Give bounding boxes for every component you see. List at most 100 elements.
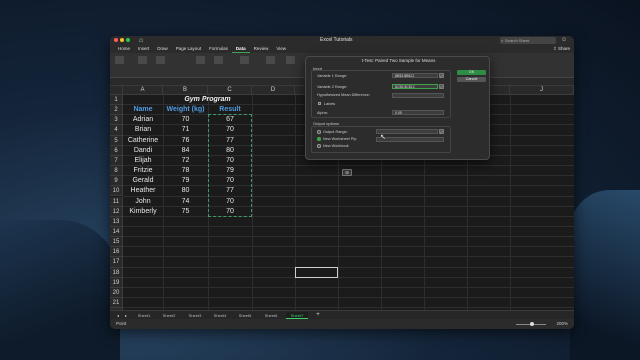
text-to-columns-icon[interactable]	[266, 56, 275, 64]
new-worksheet-input[interactable]	[376, 137, 444, 142]
labels-checkbox[interactable]	[318, 102, 321, 105]
row-header[interactable]: 1	[110, 95, 123, 106]
new-worksheet-radio[interactable]	[317, 137, 321, 141]
row-header[interactable]: 18	[110, 267, 123, 278]
row-header[interactable]: 14	[110, 226, 123, 238]
filter-icon[interactable]	[214, 56, 223, 64]
minimize-window-button[interactable]	[120, 38, 124, 42]
row-header[interactable]: 10	[110, 186, 123, 197]
sheet-tab-2[interactable]: Sheet2	[159, 312, 179, 319]
row-header[interactable]: 11	[110, 196, 123, 207]
row-header[interactable]: 2	[110, 105, 123, 116]
mean-diff-input[interactable]	[392, 93, 444, 98]
name-cell[interactable]: Adrian	[123, 115, 163, 125]
var2-range-input[interactable]: $C$3:$C$12	[392, 84, 438, 89]
sheet-tab-5[interactable]: Sheet5	[235, 312, 255, 319]
tab-data[interactable]: Data	[231, 45, 250, 53]
prev-sheet-arrow-icon[interactable]: ◂	[114, 312, 122, 319]
row-header[interactable]: 19	[110, 277, 123, 288]
row-header[interactable]: 12	[110, 206, 123, 217]
weight-cell[interactable]: 75	[163, 207, 208, 217]
row-header[interactable]: 20	[110, 287, 123, 298]
row-header[interactable]: 4	[110, 125, 123, 136]
zoom-window-button[interactable]	[126, 38, 130, 42]
name-cell[interactable]: Heather	[123, 186, 163, 196]
sort-icon[interactable]	[196, 56, 205, 64]
name-cell[interactable]: Catherine	[123, 136, 163, 146]
tab-review[interactable]: Review	[250, 45, 273, 53]
weight-cell[interactable]: 76	[163, 136, 208, 146]
weight-cell[interactable]: 79	[163, 176, 208, 186]
sheet-tab-7[interactable]: Sheet7	[286, 312, 308, 319]
name-cell[interactable]: Kimberly	[123, 207, 163, 217]
table-title[interactable]: Gym Program	[163, 95, 252, 105]
name-cell[interactable]: Fritzie	[123, 166, 163, 176]
output-range-radio[interactable]	[317, 130, 321, 134]
header-weight[interactable]: Weight (kg)	[163, 105, 208, 115]
row-header[interactable]: 21	[110, 298, 123, 309]
row-header[interactable]: 17	[110, 257, 123, 268]
next-sheet-arrow-icon[interactable]: ▸	[122, 312, 130, 319]
refresh-icon[interactable]	[138, 56, 147, 64]
row-header[interactable]: 15	[110, 237, 123, 248]
row-header[interactable]: 7	[110, 155, 123, 167]
add-sheet-button[interactable]: +	[314, 312, 322, 319]
home-icon[interactable]: ⌂	[139, 36, 143, 45]
close-window-button[interactable]	[114, 38, 118, 42]
row-header[interactable]: 16	[110, 247, 123, 258]
column-header-b[interactable]: B	[163, 86, 208, 95]
name-cell[interactable]: Dandi	[123, 146, 163, 156]
tab-insert[interactable]: Insert	[134, 45, 153, 53]
cancel-button[interactable]: Cancel	[457, 77, 486, 82]
name-cell[interactable]: John	[123, 197, 163, 207]
column-header-j[interactable]: J	[510, 86, 574, 95]
row-header[interactable]: 8	[110, 166, 123, 177]
sheet-tab-6[interactable]: Sheet6	[261, 312, 281, 319]
weight-cell[interactable]: 71	[163, 125, 208, 135]
weight-cell[interactable]: 74	[163, 197, 208, 207]
share-button[interactable]: ⇪ Share	[553, 45, 570, 53]
name-cell[interactable]: Brian	[123, 125, 163, 135]
advanced-filter-icon[interactable]	[240, 56, 249, 64]
var2-collapse-icon[interactable]: ⤢	[439, 84, 444, 89]
weight-cell[interactable]: 70	[163, 115, 208, 125]
sheet-tab-3[interactable]: Sheet3	[185, 312, 205, 319]
tab-view[interactable]: View	[272, 45, 290, 53]
weight-cell[interactable]: 78	[163, 166, 208, 176]
row-header[interactable]: 3	[110, 115, 123, 126]
weight-cell[interactable]: 80	[163, 186, 208, 196]
get-data-icon[interactable]	[115, 56, 124, 64]
name-cell[interactable]: Gerald	[123, 176, 163, 186]
weight-cell[interactable]: 72	[163, 156, 208, 166]
var1-range-input[interactable]: $B$3:$B$12	[392, 73, 438, 78]
flash-fill-icon[interactable]	[286, 56, 295, 64]
select-all-corner[interactable]	[110, 86, 123, 95]
tab-home[interactable]: Home	[114, 45, 134, 53]
header-name[interactable]: Name	[123, 105, 163, 115]
row-header[interactable]: 5	[110, 135, 123, 146]
output-range-collapse-icon[interactable]: ⤢	[439, 129, 444, 134]
sheet-tab-4[interactable]: Sheet4	[210, 312, 230, 319]
alpha-input[interactable]: 0.05	[392, 110, 444, 115]
account-icon[interactable]: ☺	[561, 36, 567, 45]
column-header-a[interactable]: A	[123, 86, 163, 95]
column-header-c[interactable]: C	[208, 86, 252, 95]
row-header[interactable]: 6	[110, 145, 123, 156]
name-cell[interactable]: Elijah	[123, 156, 163, 166]
tab-draw[interactable]: Draw	[153, 45, 172, 53]
zoom-slider-knob[interactable]	[530, 322, 534, 326]
new-workbook-radio[interactable]	[317, 144, 321, 148]
ok-button[interactable]: OK	[457, 70, 486, 75]
tab-formulas[interactable]: Formulas	[205, 45, 232, 53]
row-header[interactable]: 9	[110, 176, 123, 187]
row-header[interactable]: 13	[110, 216, 123, 227]
paste-options-icon[interactable]: ⊞	[342, 169, 352, 176]
var1-collapse-icon[interactable]: ⤢	[439, 73, 444, 78]
search-sheet-input[interactable]: Search Sheet	[500, 37, 556, 44]
connections-icon[interactable]	[156, 56, 165, 64]
selected-cell[interactable]	[295, 267, 338, 278]
column-header-d[interactable]: D	[252, 86, 295, 95]
weight-cell[interactable]: 84	[163, 146, 208, 156]
sheet-tab-1[interactable]: Sheet1	[134, 312, 154, 319]
tab-page-layout[interactable]: Page Layout	[172, 45, 205, 53]
